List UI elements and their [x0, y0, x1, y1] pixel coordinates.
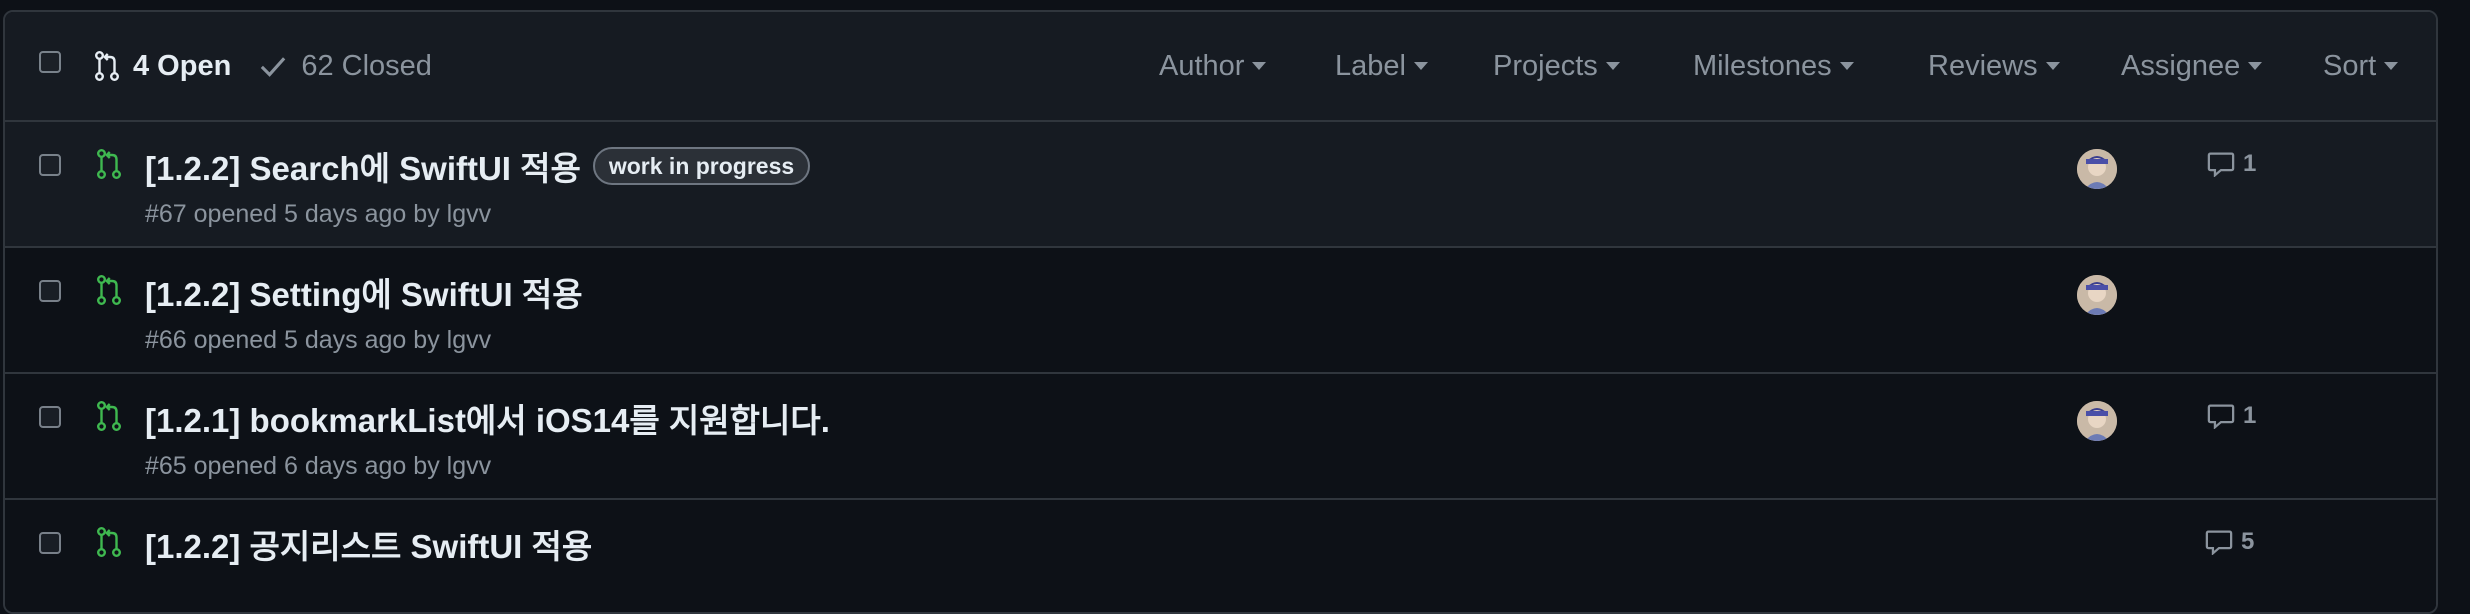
pull-request-title[interactable]: [1.2.1] bookmarkList에서 iOS14를 지원합니다.: [145, 394, 830, 442]
filter-bar: Author Label Projects Milestones Reviews…: [5, 12, 2436, 120]
open-pull-request-icon: [97, 401, 121, 431]
sort-filter-label: Sort: [2323, 49, 2377, 82]
comment-icon: [2207, 404, 2235, 429]
chevron-down-icon: [2384, 62, 2399, 70]
author-link[interactable]: lgvv: [447, 452, 491, 480]
list-header: 4 Open 62 Closed Author Label Projects M…: [5, 12, 2436, 122]
row-checkbox[interactable]: [39, 532, 61, 554]
pull-request-title-text: [1.2.2] Search에 SwiftUI 적용: [145, 150, 581, 187]
chevron-down-icon: [1252, 62, 1267, 70]
projects-filter-label: Projects: [1493, 49, 1598, 82]
pull-request-meta: #67 opened 5 days ago by lgvv: [145, 200, 491, 229]
author-link[interactable]: lgvv: [447, 200, 491, 228]
reviews-filter-label: Reviews: [1928, 49, 2038, 82]
pull-request-title[interactable]: [1.2.2] Search에 SwiftUI 적용 work in progr…: [145, 142, 811, 190]
pull-request-row[interactable]: [1.2.2] 공지리스트 SwiftUI 적용 5: [5, 500, 2436, 612]
comment-icon: [2205, 530, 2233, 555]
author-filter-label: Author: [1159, 49, 1245, 82]
pull-request-list: 4 Open 62 Closed Author Label Projects M…: [3, 10, 2438, 614]
label-badge[interactable]: work in progress: [592, 147, 811, 185]
chevron-down-icon: [2045, 62, 2060, 70]
open-pull-request-icon: [97, 149, 121, 179]
pull-request-meta: #66 opened 5 days ago by lgvv: [145, 326, 491, 355]
comments-link[interactable]: 1: [2207, 150, 2256, 178]
row-checkbox[interactable]: [39, 154, 61, 176]
pull-request-row[interactable]: [1.2.1] bookmarkList에서 iOS14를 지원합니다. #65…: [5, 374, 2436, 500]
chevron-down-icon: [1839, 62, 1854, 70]
avatar[interactable]: [2077, 401, 2117, 441]
chevron-down-icon: [2248, 62, 2263, 70]
pull-request-title-text: [1.2.2] Setting에 SwiftUI 적용: [145, 276, 583, 313]
pull-request-title-text: [1.2.2] 공지리스트 SwiftUI 적용: [145, 528, 593, 565]
row-checkbox[interactable]: [39, 280, 61, 302]
author-link[interactable]: lgvv: [447, 326, 491, 354]
milestones-filter-label: Milestones: [1693, 49, 1832, 82]
pull-request-row[interactable]: [1.2.2] Search에 SwiftUI 적용 work in progr…: [5, 122, 2436, 248]
chevron-down-icon: [1605, 62, 1620, 70]
open-pull-request-icon: [97, 527, 121, 557]
assignee-filter[interactable]: Assignee: [2121, 12, 2263, 120]
chevron-down-icon: [1413, 62, 1428, 70]
pull-request-meta-text: #65 opened 6 days ago by: [145, 452, 447, 480]
milestones-filter[interactable]: Milestones: [1693, 12, 1854, 120]
comment-icon: [2207, 152, 2235, 177]
avatar[interactable]: [2077, 275, 2117, 315]
pull-request-title[interactable]: [1.2.2] 공지리스트 SwiftUI 적용: [145, 520, 592, 568]
reviews-filter[interactable]: Reviews: [1928, 12, 2060, 120]
projects-filter[interactable]: Projects: [1493, 12, 1620, 120]
pull-request-title-text: [1.2.1] bookmarkList에서 iOS14를 지원합니다.: [145, 402, 830, 439]
row-checkbox[interactable]: [39, 406, 61, 428]
avatar[interactable]: [2077, 149, 2117, 189]
pull-request-meta-text: #67 opened 5 days ago by: [145, 200, 447, 228]
comment-count: 1: [2243, 402, 2257, 429]
assignee-filter-label: Assignee: [2121, 49, 2241, 82]
comments-link[interactable]: 5: [2205, 528, 2254, 556]
pull-request-meta: #65 opened 6 days ago by lgvv: [145, 452, 491, 481]
label-filter[interactable]: Label: [1335, 12, 1428, 120]
pull-request-row[interactable]: [1.2.2] Setting에 SwiftUI 적용 #66 opened 5…: [5, 248, 2436, 374]
sort-filter[interactable]: Sort: [2323, 12, 2399, 120]
comment-count: 1: [2243, 150, 2257, 177]
comments-link[interactable]: 1: [2207, 402, 2256, 430]
label-filter-label: Label: [1335, 49, 1406, 82]
open-pull-request-icon: [97, 275, 121, 305]
pull-request-title[interactable]: [1.2.2] Setting에 SwiftUI 적용: [145, 268, 583, 316]
author-filter[interactable]: Author: [1159, 12, 1267, 120]
comment-count: 5: [2241, 528, 2255, 555]
pull-request-meta-text: #66 opened 5 days ago by: [145, 326, 447, 354]
